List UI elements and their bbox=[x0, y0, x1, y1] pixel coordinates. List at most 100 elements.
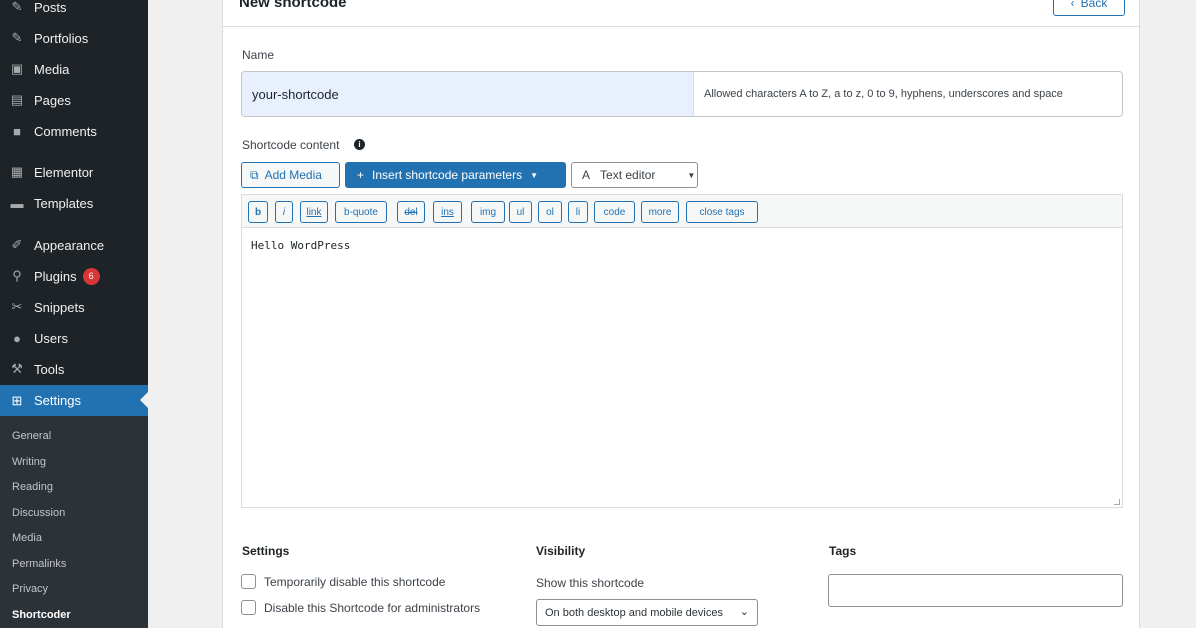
text-editor-icon: A bbox=[582, 168, 591, 182]
submenu-item-permalinks[interactable]: Permalinks bbox=[12, 558, 66, 570]
name-hint: Allowed characters A to Z, a to z, 0 to … bbox=[693, 72, 1122, 116]
sidebar-item-label: Tools bbox=[34, 361, 65, 377]
code-editor[interactable]: b i link b-quote del ins img ul ol li co… bbox=[241, 194, 1123, 508]
sidebar-item-label: Elementor bbox=[34, 164, 94, 180]
quicktag-del-button[interactable]: del bbox=[397, 201, 425, 223]
quicktag-bquote-button[interactable]: b-quote bbox=[335, 201, 387, 223]
media-icon: ⧉ bbox=[250, 167, 259, 182]
insert-parameters-button[interactable]: + Insert shortcode parameters ▼ bbox=[345, 162, 566, 188]
sidebar-item-label: Pages bbox=[34, 92, 71, 108]
tags-input[interactable] bbox=[828, 574, 1123, 607]
sidebar-item-pages[interactable]: ▤ Pages bbox=[0, 85, 148, 115]
disable-admins-checkbox[interactable] bbox=[241, 600, 256, 615]
sidebar-item-label: Users bbox=[34, 330, 68, 346]
quicktag-img-button[interactable]: img bbox=[471, 201, 505, 223]
sidebar-item-tools[interactable]: ⚒ Tools bbox=[0, 354, 148, 384]
tags-title: Tags bbox=[829, 544, 857, 558]
sidebar-item-label: Snippets bbox=[34, 299, 85, 315]
pin-icon: ✎ bbox=[11, 30, 23, 45]
info-icon[interactable]: i bbox=[354, 139, 365, 150]
caret-down-icon: ▼ bbox=[687, 170, 696, 180]
shortcode-editor-panel: New shortcode ‹ Back Name your-shortcode… bbox=[222, 0, 1141, 628]
show-shortcode-label: Show this shortcode bbox=[536, 576, 645, 590]
back-button[interactable]: ‹ Back bbox=[1053, 0, 1125, 16]
quicktag-ol-button[interactable]: ol bbox=[538, 201, 562, 223]
quicktag-ins-button[interactable]: ins bbox=[433, 201, 462, 223]
visibility-selected: On both desktop and mobile devices bbox=[545, 606, 723, 619]
user-icon: ● bbox=[13, 330, 21, 346]
visibility-select[interactable]: On both desktop and mobile devices ⌄ bbox=[536, 599, 758, 626]
sidebar-item-label: Templates bbox=[34, 195, 94, 211]
name-label: Name bbox=[242, 48, 275, 62]
brush-icon: ✐ bbox=[11, 237, 23, 252]
admin-sidebar: ✎ Posts ✎ Portfolios ▣ Media ▤ Pages ■ C… bbox=[0, 0, 148, 628]
quicktag-more-button[interactable]: more bbox=[641, 201, 679, 223]
quicktag-li-button[interactable]: li bbox=[568, 201, 588, 223]
sidebar-item-settings[interactable]: ⊞ Settings bbox=[0, 385, 148, 416]
panel-header: New shortcode ‹ Back bbox=[223, 0, 1141, 27]
editor-content[interactable]: Hello WordPress bbox=[251, 239, 350, 252]
name-field-group: your-shortcode Allowed characters A to Z… bbox=[241, 71, 1123, 117]
sidebar-item-elementor[interactable]: ▦ Elementor bbox=[0, 157, 148, 187]
plus-icon: + bbox=[357, 168, 365, 182]
name-input[interactable]: your-shortcode bbox=[242, 72, 693, 116]
media-icon: ▣ bbox=[10, 61, 24, 76]
caret-down-icon: ▼ bbox=[530, 170, 539, 180]
page-title: New shortcode bbox=[239, 0, 347, 11]
add-media-button[interactable]: ⧉ Add Media bbox=[241, 162, 340, 188]
sidebar-item-snippets[interactable]: ✂ Snippets bbox=[0, 292, 148, 322]
insert-parameters-label: Insert shortcode parameters bbox=[372, 168, 523, 182]
pin-icon: ✎ bbox=[11, 0, 23, 14]
submenu-item-media[interactable]: Media bbox=[12, 532, 42, 544]
plugins-update-badge: 6 bbox=[82, 267, 100, 285]
sidebar-item-label: Plugins bbox=[34, 268, 77, 284]
chevron-down-icon: ⌄ bbox=[739, 606, 749, 618]
sidebar-item-appearance[interactable]: ✐ Appearance bbox=[0, 230, 148, 260]
shortcode-content-label: Shortcode content bbox=[242, 138, 340, 152]
sidebar-item-portfolios[interactable]: ✎ Portfolios bbox=[0, 23, 148, 53]
sidebar-item-posts[interactable]: ✎ Posts bbox=[0, 0, 148, 22]
wrench-icon: ⚒ bbox=[11, 361, 23, 376]
settings-title: Settings bbox=[242, 544, 290, 558]
quicktag-close-tags-button[interactable]: close tags bbox=[686, 201, 758, 223]
folder-icon: ▬ bbox=[10, 195, 24, 211]
quicktag-link-button[interactable]: link bbox=[300, 201, 328, 223]
disable-shortcode-checkbox[interactable] bbox=[241, 574, 256, 589]
visibility-title: Visibility bbox=[536, 544, 586, 558]
resize-handle[interactable] bbox=[1114, 499, 1120, 505]
settings-submenu: General Writing Reading Discussion Media… bbox=[0, 416, 148, 628]
sidebar-item-label: Portfolios bbox=[34, 30, 89, 46]
sidebar-item-plugins[interactable]: ⚲ Plugins 6 bbox=[0, 261, 148, 291]
submenu-item-reading[interactable]: Reading bbox=[12, 481, 53, 493]
submenu-item-writing[interactable]: Writing bbox=[12, 456, 46, 468]
chevron-left-icon: ‹ bbox=[1070, 0, 1075, 10]
sidebar-item-media[interactable]: ▣ Media bbox=[0, 54, 148, 84]
editor-mode-select[interactable]: A Text editor ▼ bbox=[571, 162, 698, 188]
disable-admins-label: Disable this Shortcode for administrator… bbox=[264, 600, 481, 615]
sidebar-item-label: Settings bbox=[34, 393, 81, 408]
add-media-label: Add Media bbox=[264, 168, 322, 182]
disable-admins-option[interactable]: Disable this Shortcode for administrator… bbox=[241, 600, 480, 615]
quicktag-bold-button[interactable]: b bbox=[248, 201, 268, 223]
back-button-label: Back bbox=[1080, 0, 1108, 10]
sidebar-item-label: Comments bbox=[34, 123, 97, 139]
quicktag-italic-button[interactable]: i bbox=[275, 201, 293, 223]
sidebar-item-templates[interactable]: ▬ Templates bbox=[0, 188, 148, 218]
disable-shortcode-option[interactable]: Temporarily disable this shortcode bbox=[241, 574, 445, 589]
comments-icon: ■ bbox=[13, 123, 21, 139]
submenu-item-privacy[interactable]: Privacy bbox=[12, 583, 48, 595]
sidebar-item-comments[interactable]: ■ Comments bbox=[0, 116, 148, 146]
submenu-item-discussion[interactable]: Discussion bbox=[12, 507, 65, 519]
quicktag-code-button[interactable]: code bbox=[594, 201, 635, 223]
plugin-icon: ⚲ bbox=[12, 268, 22, 283]
editor-mode-label: Text editor bbox=[600, 168, 656, 182]
sidebar-item-users[interactable]: ● Users bbox=[0, 323, 148, 353]
settings-icon: ⊞ bbox=[11, 392, 23, 408]
submenu-item-general[interactable]: General bbox=[12, 430, 51, 442]
sidebar-item-label: Media bbox=[34, 61, 70, 77]
snippets-icon: ✂ bbox=[11, 299, 23, 314]
disable-shortcode-label: Temporarily disable this shortcode bbox=[264, 574, 446, 589]
quicktag-ul-button[interactable]: ul bbox=[509, 201, 532, 223]
elementor-icon: ▦ bbox=[10, 164, 24, 179]
submenu-item-shortcoder[interactable]: Shortcoder bbox=[12, 609, 71, 621]
